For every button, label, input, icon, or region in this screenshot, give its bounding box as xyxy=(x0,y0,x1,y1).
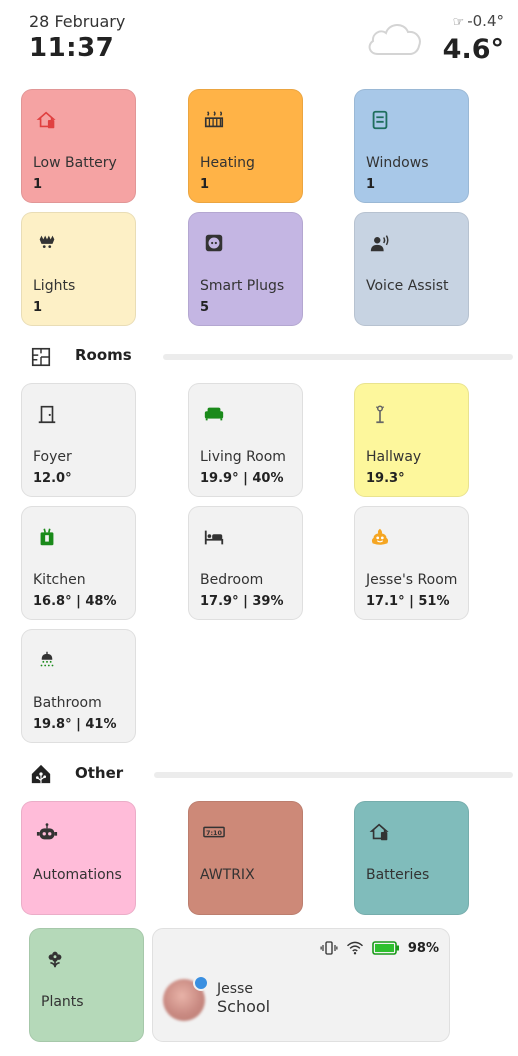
door-icon xyxy=(38,405,56,424)
room-label: Bedroom xyxy=(200,572,264,588)
hand-pointer-icon: ☞ xyxy=(452,15,465,30)
floor-plan-icon xyxy=(31,347,51,367)
tile-automations[interactable]: Automations xyxy=(21,801,136,915)
tile-lights[interactable]: Lights 1 xyxy=(21,212,136,326)
clock-display-icon: 7:10 xyxy=(203,826,225,838)
location-badge-icon xyxy=(193,975,209,991)
device-status: 98% xyxy=(320,939,439,957)
room-bedroom[interactable]: Bedroom 17.9° | 39% xyxy=(188,506,303,620)
flower-icon xyxy=(48,951,62,968)
room-label: Living Room xyxy=(200,449,286,465)
section-divider xyxy=(154,772,513,778)
tile-label: Low Battery xyxy=(33,155,117,171)
person-card[interactable]: 98% Jesse School xyxy=(152,928,450,1042)
room-hallway[interactable]: Hallway 19.3° xyxy=(354,383,469,497)
room-label: Foyer xyxy=(33,449,72,465)
room-label: Bathroom xyxy=(33,695,102,711)
tile-awtrix[interactable]: 7:10 AWTRIX xyxy=(188,801,303,915)
window-icon xyxy=(372,110,388,130)
current-temperature[interactable]: 4.6° xyxy=(443,34,504,65)
ceiling-light-icon xyxy=(39,235,55,249)
tile-value: 1 xyxy=(200,177,210,192)
wifi-icon xyxy=(346,941,363,955)
fridge-icon xyxy=(40,528,54,546)
battery-icon xyxy=(372,941,399,955)
tile-voice-assist[interactable]: Voice Assist xyxy=(354,212,469,326)
tile-value: 1 xyxy=(366,177,376,192)
sofa-icon xyxy=(204,407,224,421)
home-battery-icon xyxy=(369,823,389,841)
home-assistant-icon xyxy=(31,764,51,784)
room-foyer[interactable]: Foyer 12.0° xyxy=(21,383,136,497)
room-value: 17.9° | 39% xyxy=(200,594,284,609)
room-value: 19.8° | 41% xyxy=(33,717,117,732)
room-bathroom[interactable]: Bathroom 19.8° | 41% xyxy=(21,629,136,743)
emoji-icon xyxy=(371,528,389,545)
robot-icon xyxy=(36,823,58,840)
section-divider xyxy=(163,354,513,360)
section-title-other: Other xyxy=(75,764,124,782)
temp-low: -0.4° xyxy=(467,12,504,30)
tile-label: Smart Plugs xyxy=(200,278,285,294)
tile-low-battery[interactable]: Low Battery 1 xyxy=(21,89,136,203)
svg-text:7:10: 7:10 xyxy=(206,829,222,837)
radiator-icon xyxy=(204,111,224,128)
tile-label: Plants xyxy=(41,994,84,1010)
battery-alert-icon xyxy=(36,111,56,129)
room-label: Kitchen xyxy=(33,572,86,588)
header-date: 28 February xyxy=(29,12,126,31)
person-location: School xyxy=(217,997,271,1016)
tile-label: Voice Assist xyxy=(366,278,449,294)
battery-level: 98% xyxy=(407,940,439,956)
tile-smart-plugs[interactable]: Smart Plugs 5 xyxy=(188,212,303,326)
weather-low: ☞ -0.4° xyxy=(453,12,504,30)
voice-assist-icon xyxy=(370,235,389,252)
power-socket-icon xyxy=(205,234,223,252)
section-title-rooms: Rooms xyxy=(75,346,132,364)
tile-label: Batteries xyxy=(366,867,430,883)
room-kitchen[interactable]: Kitchen 16.8° | 48% xyxy=(21,506,136,620)
person-name: Jesse xyxy=(217,981,253,997)
tile-label: Heating xyxy=(200,155,255,171)
room-value: 16.8° | 48% xyxy=(33,594,117,609)
room-jesses-room[interactable]: Jesse's Room 17.1° | 51% xyxy=(354,506,469,620)
tile-windows[interactable]: Windows 1 xyxy=(354,89,469,203)
header-time: 11:37 xyxy=(29,33,115,63)
shower-icon xyxy=(40,651,54,667)
tile-value: 1 xyxy=(33,300,43,315)
tile-heating[interactable]: Heating 1 xyxy=(188,89,303,203)
room-value: 12.0° xyxy=(33,471,72,486)
room-label: Hallway xyxy=(366,449,422,465)
tile-label: Windows xyxy=(366,155,429,171)
tile-batteries[interactable]: Batteries xyxy=(354,801,469,915)
cloud-icon xyxy=(368,24,421,55)
room-value: 19.9° | 40% xyxy=(200,471,284,486)
tile-value: 5 xyxy=(200,300,210,315)
tile-label: Lights xyxy=(33,278,76,294)
tile-value: 1 xyxy=(33,177,43,192)
room-living-room[interactable]: Living Room 19.9° | 40% xyxy=(188,383,303,497)
bed-icon xyxy=(204,530,224,545)
room-value: 17.1° | 51% xyxy=(366,594,450,609)
vibrate-icon xyxy=(320,941,338,955)
tile-label: Automations xyxy=(33,867,122,883)
tile-label: AWTRIX xyxy=(200,867,255,883)
room-value: 19.3° xyxy=(366,471,405,486)
room-label: Jesse's Room xyxy=(366,572,458,588)
tile-plants[interactable]: Plants xyxy=(29,928,144,1042)
floor-lamp-icon xyxy=(375,405,385,424)
